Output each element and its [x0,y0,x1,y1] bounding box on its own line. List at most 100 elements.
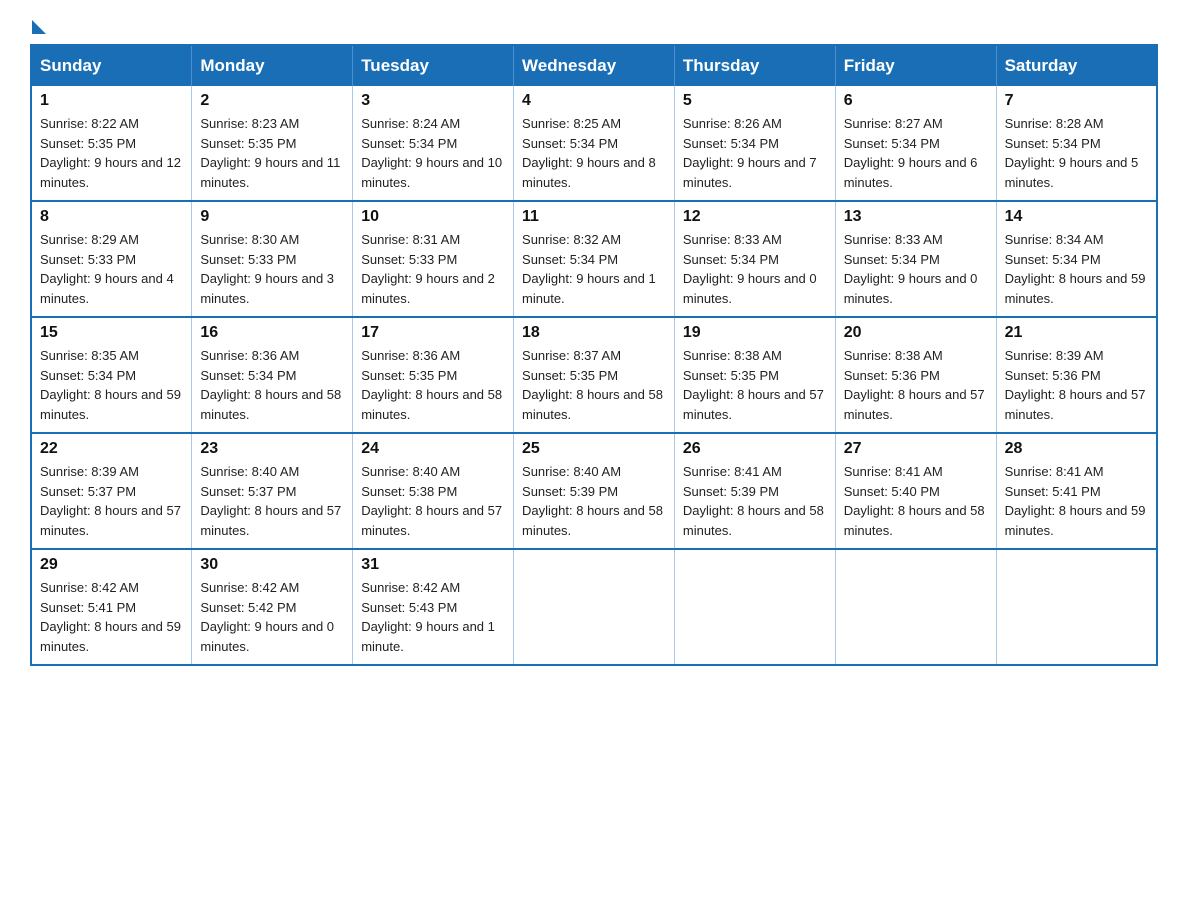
calendar-day-cell [835,549,996,665]
day-number: 31 [361,556,505,574]
day-number: 8 [40,208,183,226]
calendar-day-cell: 17 Sunrise: 8:36 AMSunset: 5:35 PMDaylig… [353,317,514,433]
calendar-week-row: 22 Sunrise: 8:39 AMSunset: 5:37 PMDaylig… [31,433,1157,549]
day-info: Sunrise: 8:42 AMSunset: 5:41 PMDaylight:… [40,580,181,654]
logo-triangle-icon [32,20,46,34]
calendar-week-row: 1 Sunrise: 8:22 AMSunset: 5:35 PMDayligh… [31,86,1157,201]
calendar-day-cell: 23 Sunrise: 8:40 AMSunset: 5:37 PMDaylig… [192,433,353,549]
day-number: 17 [361,324,505,342]
day-number: 2 [200,92,344,110]
logo [30,20,46,24]
calendar-day-cell: 5 Sunrise: 8:26 AMSunset: 5:34 PMDayligh… [674,86,835,201]
day-info: Sunrise: 8:40 AMSunset: 5:37 PMDaylight:… [200,464,341,538]
day-info: Sunrise: 8:41 AMSunset: 5:39 PMDaylight:… [683,464,824,538]
day-number: 24 [361,440,505,458]
calendar-day-cell [514,549,675,665]
day-info: Sunrise: 8:33 AMSunset: 5:34 PMDaylight:… [844,232,978,306]
day-number: 21 [1005,324,1148,342]
day-info: Sunrise: 8:23 AMSunset: 5:35 PMDaylight:… [200,116,340,190]
calendar-table: SundayMondayTuesdayWednesdayThursdayFrid… [30,44,1158,666]
day-number: 20 [844,324,988,342]
calendar-day-cell: 10 Sunrise: 8:31 AMSunset: 5:33 PMDaylig… [353,201,514,317]
calendar-day-cell: 7 Sunrise: 8:28 AMSunset: 5:34 PMDayligh… [996,86,1157,201]
day-number: 18 [522,324,666,342]
day-info: Sunrise: 8:38 AMSunset: 5:36 PMDaylight:… [844,348,985,422]
day-number: 9 [200,208,344,226]
day-of-week-header: Wednesday [514,45,675,86]
day-info: Sunrise: 8:34 AMSunset: 5:34 PMDaylight:… [1005,232,1146,306]
day-of-week-header: Friday [835,45,996,86]
calendar-day-cell: 3 Sunrise: 8:24 AMSunset: 5:34 PMDayligh… [353,86,514,201]
day-info: Sunrise: 8:29 AMSunset: 5:33 PMDaylight:… [40,232,174,306]
calendar-day-cell: 24 Sunrise: 8:40 AMSunset: 5:38 PMDaylig… [353,433,514,549]
calendar-day-cell: 6 Sunrise: 8:27 AMSunset: 5:34 PMDayligh… [835,86,996,201]
calendar-day-cell: 15 Sunrise: 8:35 AMSunset: 5:34 PMDaylig… [31,317,192,433]
calendar-week-row: 29 Sunrise: 8:42 AMSunset: 5:41 PMDaylig… [31,549,1157,665]
day-info: Sunrise: 8:39 AMSunset: 5:36 PMDaylight:… [1005,348,1146,422]
calendar-day-cell: 28 Sunrise: 8:41 AMSunset: 5:41 PMDaylig… [996,433,1157,549]
calendar-day-cell [996,549,1157,665]
day-info: Sunrise: 8:40 AMSunset: 5:38 PMDaylight:… [361,464,502,538]
day-number: 22 [40,440,183,458]
day-info: Sunrise: 8:33 AMSunset: 5:34 PMDaylight:… [683,232,817,306]
calendar-day-cell: 14 Sunrise: 8:34 AMSunset: 5:34 PMDaylig… [996,201,1157,317]
day-number: 28 [1005,440,1148,458]
calendar-day-cell: 11 Sunrise: 8:32 AMSunset: 5:34 PMDaylig… [514,201,675,317]
day-number: 3 [361,92,505,110]
day-number: 12 [683,208,827,226]
calendar-day-cell: 26 Sunrise: 8:41 AMSunset: 5:39 PMDaylig… [674,433,835,549]
day-info: Sunrise: 8:41 AMSunset: 5:40 PMDaylight:… [844,464,985,538]
day-info: Sunrise: 8:28 AMSunset: 5:34 PMDaylight:… [1005,116,1139,190]
day-info: Sunrise: 8:27 AMSunset: 5:34 PMDaylight:… [844,116,978,190]
day-number: 26 [683,440,827,458]
day-info: Sunrise: 8:30 AMSunset: 5:33 PMDaylight:… [200,232,334,306]
day-info: Sunrise: 8:31 AMSunset: 5:33 PMDaylight:… [361,232,495,306]
day-of-week-header: Tuesday [353,45,514,86]
day-info: Sunrise: 8:36 AMSunset: 5:34 PMDaylight:… [200,348,341,422]
calendar-week-row: 8 Sunrise: 8:29 AMSunset: 5:33 PMDayligh… [31,201,1157,317]
day-info: Sunrise: 8:38 AMSunset: 5:35 PMDaylight:… [683,348,824,422]
day-of-week-header: Saturday [996,45,1157,86]
day-info: Sunrise: 8:32 AMSunset: 5:34 PMDaylight:… [522,232,656,306]
day-info: Sunrise: 8:37 AMSunset: 5:35 PMDaylight:… [522,348,663,422]
day-number: 27 [844,440,988,458]
day-number: 30 [200,556,344,574]
calendar-day-cell: 4 Sunrise: 8:25 AMSunset: 5:34 PMDayligh… [514,86,675,201]
day-number: 4 [522,92,666,110]
day-info: Sunrise: 8:40 AMSunset: 5:39 PMDaylight:… [522,464,663,538]
calendar-day-cell: 30 Sunrise: 8:42 AMSunset: 5:42 PMDaylig… [192,549,353,665]
calendar-header-row: SundayMondayTuesdayWednesdayThursdayFrid… [31,45,1157,86]
calendar-day-cell: 21 Sunrise: 8:39 AMSunset: 5:36 PMDaylig… [996,317,1157,433]
day-info: Sunrise: 8:25 AMSunset: 5:34 PMDaylight:… [522,116,656,190]
day-number: 13 [844,208,988,226]
day-info: Sunrise: 8:35 AMSunset: 5:34 PMDaylight:… [40,348,181,422]
day-number: 23 [200,440,344,458]
calendar-day-cell: 27 Sunrise: 8:41 AMSunset: 5:40 PMDaylig… [835,433,996,549]
day-number: 16 [200,324,344,342]
day-info: Sunrise: 8:42 AMSunset: 5:43 PMDaylight:… [361,580,495,654]
day-number: 6 [844,92,988,110]
day-number: 29 [40,556,183,574]
day-number: 11 [522,208,666,226]
calendar-day-cell: 31 Sunrise: 8:42 AMSunset: 5:43 PMDaylig… [353,549,514,665]
day-info: Sunrise: 8:24 AMSunset: 5:34 PMDaylight:… [361,116,502,190]
calendar-day-cell: 29 Sunrise: 8:42 AMSunset: 5:41 PMDaylig… [31,549,192,665]
day-number: 15 [40,324,183,342]
day-info: Sunrise: 8:26 AMSunset: 5:34 PMDaylight:… [683,116,817,190]
calendar-day-cell: 19 Sunrise: 8:38 AMSunset: 5:35 PMDaylig… [674,317,835,433]
day-of-week-header: Sunday [31,45,192,86]
day-info: Sunrise: 8:39 AMSunset: 5:37 PMDaylight:… [40,464,181,538]
calendar-day-cell: 2 Sunrise: 8:23 AMSunset: 5:35 PMDayligh… [192,86,353,201]
day-of-week-header: Thursday [674,45,835,86]
day-number: 7 [1005,92,1148,110]
calendar-day-cell: 16 Sunrise: 8:36 AMSunset: 5:34 PMDaylig… [192,317,353,433]
day-number: 25 [522,440,666,458]
calendar-day-cell: 25 Sunrise: 8:40 AMSunset: 5:39 PMDaylig… [514,433,675,549]
calendar-day-cell: 8 Sunrise: 8:29 AMSunset: 5:33 PMDayligh… [31,201,192,317]
day-number: 1 [40,92,183,110]
day-number: 14 [1005,208,1148,226]
calendar-day-cell: 9 Sunrise: 8:30 AMSunset: 5:33 PMDayligh… [192,201,353,317]
day-number: 19 [683,324,827,342]
calendar-day-cell: 13 Sunrise: 8:33 AMSunset: 5:34 PMDaylig… [835,201,996,317]
day-number: 5 [683,92,827,110]
